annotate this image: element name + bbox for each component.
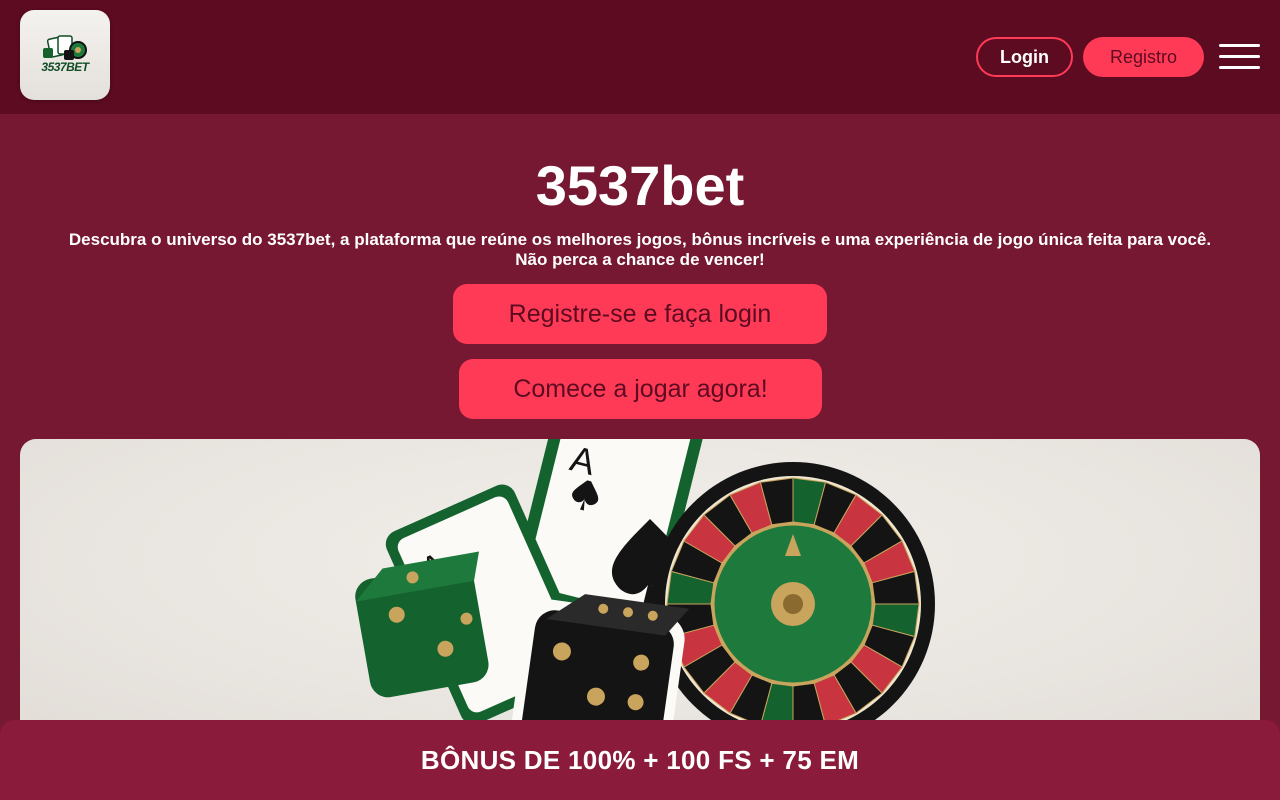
- site-logo[interactable]: 3537BET: [20, 10, 110, 100]
- black-dice: [510, 594, 690, 739]
- site-header: 3537BET Login Registro: [0, 0, 1280, 114]
- description-line-1: Descubra o universo do 3537bet, a plataf…: [68, 230, 1212, 249]
- hero-banner-image: A A: [20, 439, 1260, 739]
- roulette-wheel: [651, 462, 935, 739]
- register-button[interactable]: Registro: [1083, 37, 1204, 77]
- logo-wordmark: 3537BET: [41, 60, 89, 74]
- bonus-banner[interactable]: BÔNUS DE 100% + 100 FS + 75 EM: [0, 720, 1280, 800]
- casino-logo-icon: [43, 35, 87, 60]
- page-description: Descubra o universo do 3537bet, a plataf…: [20, 230, 1260, 270]
- page-title: 3537bet: [535, 154, 745, 217]
- hamburger-menu-icon[interactable]: [1219, 44, 1260, 69]
- menu-line: [1219, 66, 1260, 69]
- login-button[interactable]: Login: [976, 37, 1073, 77]
- description-line-2: Não perca a chance de vencer!: [515, 250, 765, 269]
- register-login-button[interactable]: Registre-se e faça login: [453, 284, 827, 344]
- casino-illustration-icon: A A: [355, 439, 935, 739]
- start-playing-button[interactable]: Comece a jogar agora!: [459, 359, 822, 419]
- menu-line: [1219, 55, 1260, 58]
- menu-line: [1219, 44, 1260, 47]
